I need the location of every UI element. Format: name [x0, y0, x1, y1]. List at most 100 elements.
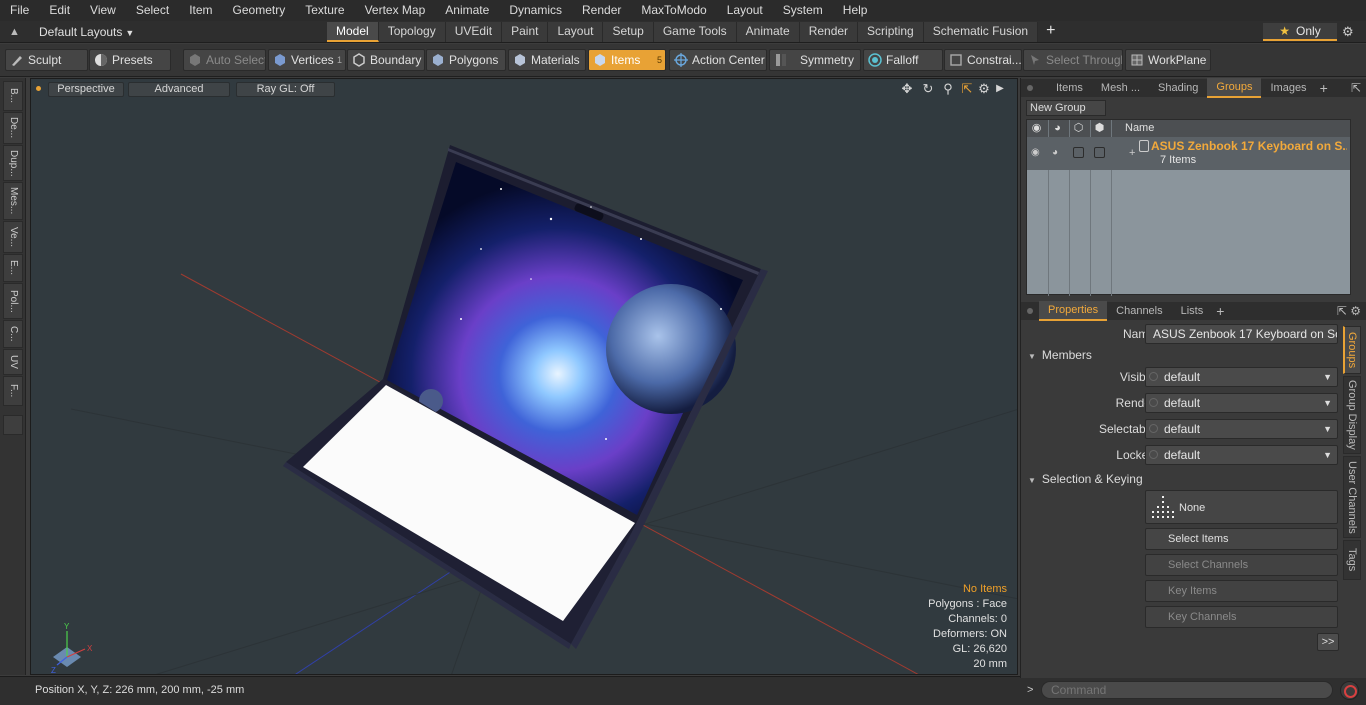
vertices-button[interactable]: Vertices 1 [268, 49, 346, 71]
only-button[interactable]: ★ Only [1263, 23, 1337, 41]
zoom-icon[interactable]: ⚲ [941, 82, 955, 96]
menu-maxtomodo[interactable]: MaxToModo [631, 0, 716, 21]
left-tab-9[interactable]: F... [3, 376, 23, 406]
tab-scripting[interactable]: Scripting [858, 22, 924, 42]
auto-select-button[interactable]: Auto Select [183, 49, 266, 71]
falloff-button[interactable]: Falloff [863, 49, 943, 71]
select-items-button[interactable]: Select Items [1145, 528, 1338, 550]
props-gear-icon[interactable]: ⇱ ⚙ [1337, 304, 1361, 318]
name-field[interactable]: ASUS Zenbook 17 Keyboard on Screen [1145, 324, 1338, 344]
menu-texture[interactable]: Texture [295, 0, 354, 21]
add-tab-icon[interactable]: + [1038, 22, 1063, 42]
symmetry-button[interactable]: Symmetry [769, 49, 861, 71]
left-tab-4[interactable]: Ve... [3, 221, 23, 253]
tab-groups[interactable]: Groups [1207, 78, 1262, 98]
menu-vertex-map[interactable]: Vertex Map [355, 0, 436, 21]
left-tab-7[interactable]: C... [3, 320, 23, 348]
menu-help[interactable]: Help [833, 0, 878, 21]
menu-file[interactable]: File [0, 0, 39, 21]
selection-keying-section[interactable]: ▼ Selection & Keying [1028, 472, 1143, 486]
menu-dynamics[interactable]: Dynamics [499, 0, 572, 21]
left-tab-8[interactable]: UV [3, 349, 23, 375]
render-select[interactable]: default ▼ [1145, 393, 1338, 413]
tab-render[interactable]: Render [799, 22, 859, 42]
expand-icon[interactable]: ⇱ [1351, 81, 1361, 95]
left-tab-2[interactable]: Dup... [3, 145, 23, 181]
side-tab-user-channels[interactable]: User Channels [1343, 456, 1361, 538]
left-strip-button[interactable] [3, 415, 23, 435]
tab-schematic-fusion[interactable]: Schematic Fusion [923, 22, 1039, 42]
more-button[interactable]: >> [1317, 633, 1339, 651]
none-button[interactable]: None [1145, 490, 1338, 524]
items-button[interactable]: Items 5 [588, 49, 666, 71]
locked-select[interactable]: default ▼ [1145, 445, 1338, 465]
viewport-gear-icon[interactable]: ⚙ [977, 82, 991, 96]
laptop-model[interactable] [283, 145, 768, 649]
props-menu-dot[interactable] [1027, 308, 1033, 314]
menu-item[interactable]: Item [179, 0, 222, 21]
viewport-menu-dot[interactable] [36, 86, 41, 91]
tab-topology[interactable]: Topology [378, 22, 446, 42]
left-tab-1[interactable]: De... [3, 112, 23, 144]
tab-images[interactable]: Images [1261, 79, 1315, 97]
layout-collapse-icon[interactable]: ▲ [9, 26, 21, 38]
select-channels-button[interactable]: Select Channels [1145, 554, 1338, 576]
record-icon[interactable] [1340, 681, 1359, 700]
row-render-icon[interactable]: ◕ [1052, 147, 1058, 158]
constraints-button[interactable]: Constrai... [944, 49, 1022, 71]
move-icon[interactable]: ✥ [900, 82, 914, 96]
left-tab-3[interactable]: Mes... [3, 182, 23, 220]
menu-edit[interactable]: Edit [39, 0, 80, 21]
menu-render[interactable]: Render [572, 0, 631, 21]
menu-system[interactable]: System [773, 0, 833, 21]
row-eye-icon[interactable]: ◉ [1031, 147, 1040, 158]
tab-paint[interactable]: Paint [502, 22, 549, 42]
side-tab-tags[interactable]: Tags [1343, 540, 1361, 580]
presets-button[interactable]: Presets [89, 49, 171, 71]
menu-geometry[interactable]: Geometry [223, 0, 296, 21]
render-icon[interactable]: ◕ [1051, 122, 1064, 135]
select-cube-icon[interactable]: ⬡ [1072, 122, 1085, 135]
gear-icon[interactable]: ⚙ [1342, 24, 1354, 40]
tab-mesh[interactable]: Mesh ... [1092, 79, 1149, 97]
menu-view[interactable]: View [80, 0, 126, 21]
expand-row-icon[interactable]: + [1129, 147, 1135, 159]
left-tab-0[interactable]: B... [3, 81, 23, 111]
workplane-button[interactable]: WorkPlane [1125, 49, 1211, 71]
tab-channels[interactable]: Channels [1107, 302, 1171, 320]
rotate-icon[interactable]: ↻ [921, 82, 935, 96]
side-tab-groups[interactable]: Groups [1343, 326, 1361, 374]
materials-button[interactable]: Materials [508, 49, 586, 71]
perspective-button[interactable]: Perspective [48, 82, 124, 97]
3d-viewport[interactable]: Y X Z Perspective Advanced Ray GL: Off ✥… [30, 78, 1018, 675]
members-section[interactable]: ▼ Members [1028, 348, 1092, 362]
command-input[interactable] [1041, 681, 1333, 699]
tab-uvedit[interactable]: UVEdit [445, 22, 503, 42]
menu-select[interactable]: Select [126, 0, 179, 21]
tab-layout[interactable]: Layout [548, 22, 604, 42]
key-channels-button[interactable]: Key Channels [1145, 606, 1338, 628]
side-tab-group-display[interactable]: Group Display [1343, 376, 1361, 454]
sculpt-button[interactable]: Sculpt [5, 49, 88, 71]
eye-icon[interactable]: ◉ [1030, 122, 1043, 135]
add-tab-icon[interactable]: + [1316, 80, 1332, 96]
tab-model[interactable]: Model [327, 22, 379, 42]
boundary-button[interactable]: Boundary [347, 49, 425, 71]
tab-items[interactable]: Items [1047, 79, 1092, 97]
menu-layout[interactable]: Layout [717, 0, 773, 21]
raygl-button[interactable]: Ray GL: Off [236, 82, 335, 97]
play-icon[interactable]: ▶ [993, 82, 1007, 96]
left-tab-5[interactable]: E... [3, 254, 23, 282]
lock-cube-icon[interactable]: ⬢ [1093, 122, 1106, 135]
new-group-button[interactable]: New Group [1026, 100, 1106, 116]
row-select-toggle[interactable] [1073, 147, 1084, 158]
layout-selector[interactable]: Default Layouts ▼ [30, 24, 138, 40]
row-lock-toggle[interactable] [1094, 147, 1105, 158]
select-through-button[interactable]: Select Through [1023, 49, 1123, 71]
tab-animate[interactable]: Animate [736, 22, 800, 42]
action-center-button[interactable]: Action Center [669, 49, 767, 71]
tab-game-tools[interactable]: Game Tools [653, 22, 737, 42]
left-tab-6[interactable]: Pol... [3, 283, 23, 319]
maximize-icon[interactable]: ⇱ [960, 82, 974, 96]
tab-lists[interactable]: Lists [1172, 302, 1213, 320]
